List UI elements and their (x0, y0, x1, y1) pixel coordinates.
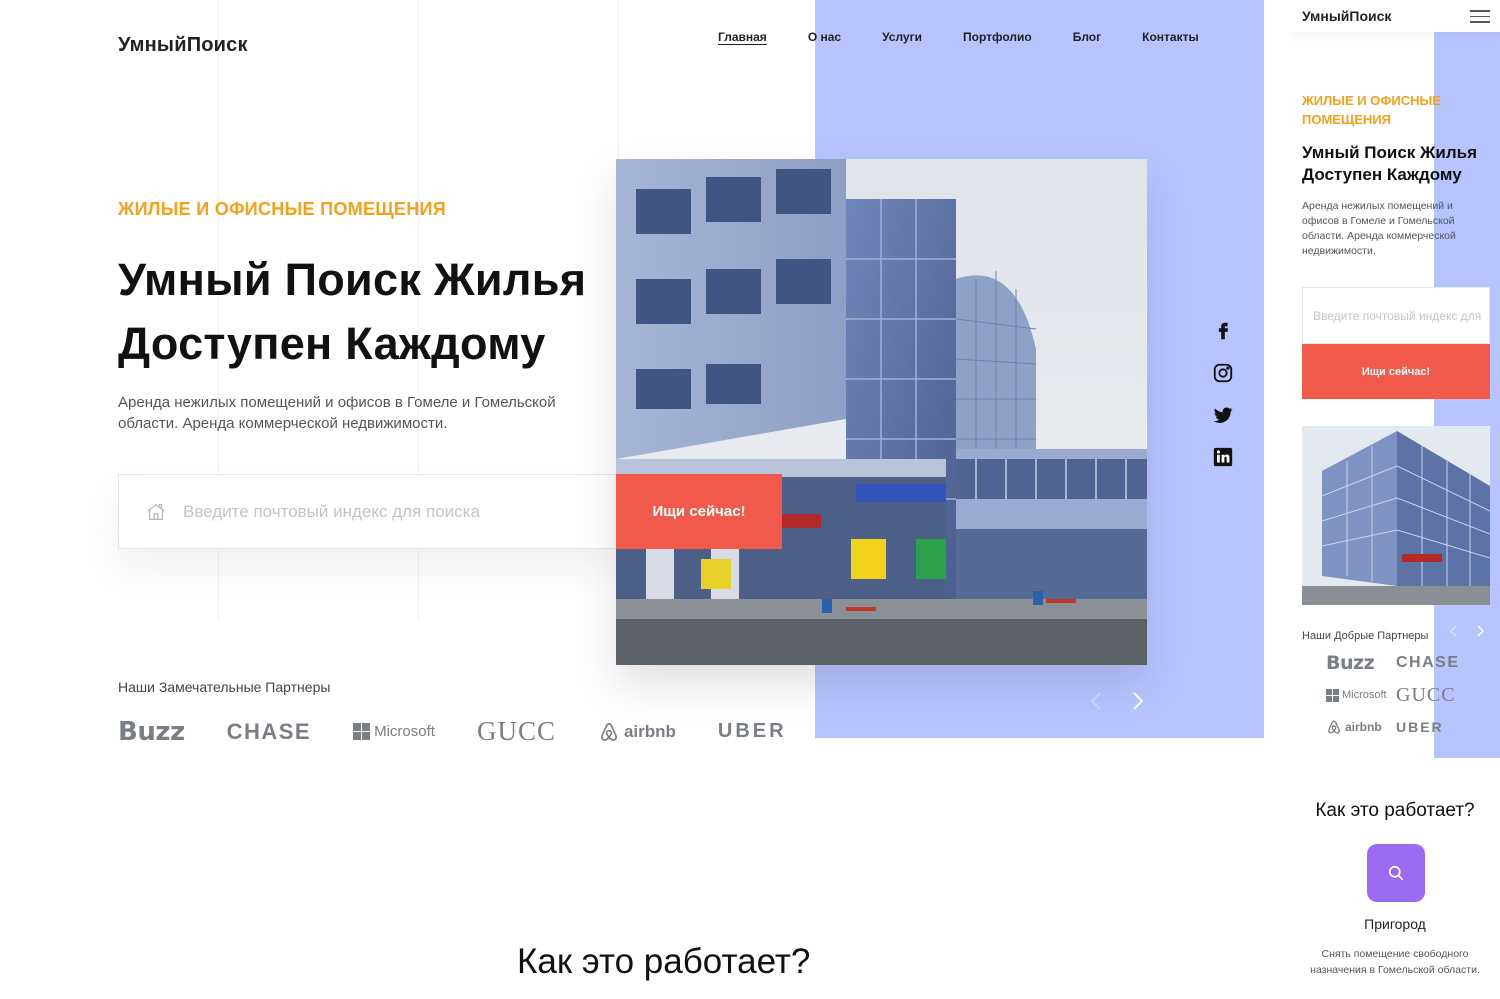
partners-logos: Buzz CHASE Microsoft GUCC airbnb UBER (118, 716, 829, 747)
partner-logo-buzz: Buzz (1326, 652, 1375, 674)
nav-item-blog[interactable]: Блог (1073, 30, 1101, 44)
suburb-feature-tile[interactable] (1367, 844, 1425, 902)
partner-name: Microsoft (1342, 689, 1387, 701)
mobile-partners-logos: Buzz CHASE Microsoft GUCC airbnb UBER (1326, 652, 1466, 738)
hero-slider-arrows (1088, 690, 1146, 712)
nav-item-about[interactable]: О нас (808, 30, 841, 44)
mobile-zip-search-input[interactable] (1313, 308, 1485, 323)
mobile-hero-description: Аренда нежилых помещений и офисов в Гоме… (1302, 200, 1456, 257)
main-nav: Главная О нас Услуги Портфолио Блог Конт… (718, 30, 1240, 44)
hero-description: Аренда нежилых помещений и офисов в Гоме… (118, 394, 556, 432)
chevron-left-icon[interactable] (1088, 690, 1104, 712)
chevron-right-icon[interactable] (1476, 624, 1486, 638)
zip-search-input[interactable] (183, 501, 603, 522)
desktop-page: УмныйПоиск Главная О нас Услуги Портфоли… (0, 0, 1290, 999)
nav-item-services[interactable]: Услуги (882, 30, 922, 44)
hamburger-menu-icon[interactable] (1470, 10, 1490, 24)
twitter-icon[interactable] (1212, 404, 1234, 426)
mobile-building-illustration (1302, 426, 1490, 605)
microsoft-icon (1326, 688, 1339, 702)
partner-logo-gucc: GUCC (476, 716, 556, 746)
airbnb-icon (600, 722, 617, 741)
hero-building-image (616, 159, 1147, 665)
social-links (1212, 320, 1234, 468)
partner-logo-uber: UBER (1396, 719, 1444, 735)
hero-title-line2: Доступен Каждому (118, 318, 546, 369)
instagram-icon[interactable] (1212, 362, 1234, 384)
nav-item-contacts[interactable]: Контакты (1142, 30, 1199, 44)
partner-name: Microsoft (374, 723, 435, 740)
partner-logo-gucc: GUCC (1396, 683, 1456, 706)
partner-logo-chase: CHASE (1396, 654, 1460, 671)
facebook-icon[interactable] (1212, 320, 1234, 342)
partner-logo-microsoft: Microsoft (353, 723, 435, 740)
how-it-works-title: Как это работает? (517, 942, 811, 981)
partner-logo-chase: CHASE (226, 718, 312, 744)
hero-title-line1: Умный Поиск Жилья (118, 254, 587, 305)
microsoft-icon (353, 723, 371, 740)
hero-title: Умный Поиск Жилья Доступен Каждому (118, 248, 638, 376)
partner-logo-uber: UBER (717, 720, 787, 742)
search-icon (1388, 865, 1404, 881)
airbnb-icon (1328, 720, 1340, 734)
mobile-search-now-button[interactable]: Ищи сейчас! (1302, 344, 1490, 399)
mobile-site-logo[interactable]: УмныйПоиск (1302, 8, 1391, 24)
home-icon (147, 503, 165, 520)
step-title: Пригород (1364, 916, 1426, 932)
building-illustration (616, 159, 1147, 665)
partner-logo-microsoft: Microsoft (1326, 684, 1396, 706)
nav-item-home[interactable]: Главная (718, 30, 767, 44)
partner-name: airbnb (1345, 720, 1382, 734)
search-box (118, 474, 618, 549)
mobile-hero-title-line2: Доступен Каждому (1302, 165, 1462, 184)
search-now-button[interactable]: Ищи сейчас! (616, 474, 782, 549)
mobile-page: УмныйПоиск ЖИЛЫЕ И ОФИСНЫЕ ПОМЕЩЕНИЯ Умн… (1290, 0, 1500, 999)
mobile-building-image (1302, 426, 1490, 605)
partner-logo-buzz: Buzz (118, 716, 185, 747)
chevron-left-icon[interactable] (1448, 624, 1458, 638)
mobile-hero-title-line1: Умный Поиск Жилья (1302, 143, 1477, 162)
partner-logo-airbnb: airbnb (598, 721, 676, 743)
mobile-header: УмныйПоиск (1290, 0, 1500, 32)
step-description: Снять помещение свободного назначения в … (1310, 948, 1480, 976)
site-logo[interactable]: УмныйПоиск (118, 34, 248, 57)
mobile-hero-title: Умный Поиск Жилья Доступен Каждому (1302, 142, 1497, 186)
partner-name: airbnb (623, 721, 676, 741)
linkedin-icon[interactable] (1212, 446, 1234, 468)
hero-eyebrow: ЖИЛЫЕ И ОФИСНЫЕ ПОМЕЩЕНИЯ (118, 199, 446, 219)
mobile-hero-eyebrow: ЖИЛЫЕ И ОФИСНЫЕ ПОМЕЩЕНИЯ (1302, 93, 1441, 127)
mobile-partners-label: Наши Добрые Партнеры (1302, 630, 1429, 642)
mobile-search-box (1302, 287, 1490, 344)
nav-item-portfolio[interactable]: Портфолио (963, 30, 1032, 44)
chevron-right-icon[interactable] (1130, 690, 1146, 712)
mobile-how-it-works-title: Как это работает? (1315, 800, 1475, 821)
mobile-slider-arrows (1448, 624, 1486, 638)
partners-label: Наши Замечательные Партнеры (118, 679, 331, 695)
partner-logo-airbnb: airbnb (1326, 716, 1396, 738)
